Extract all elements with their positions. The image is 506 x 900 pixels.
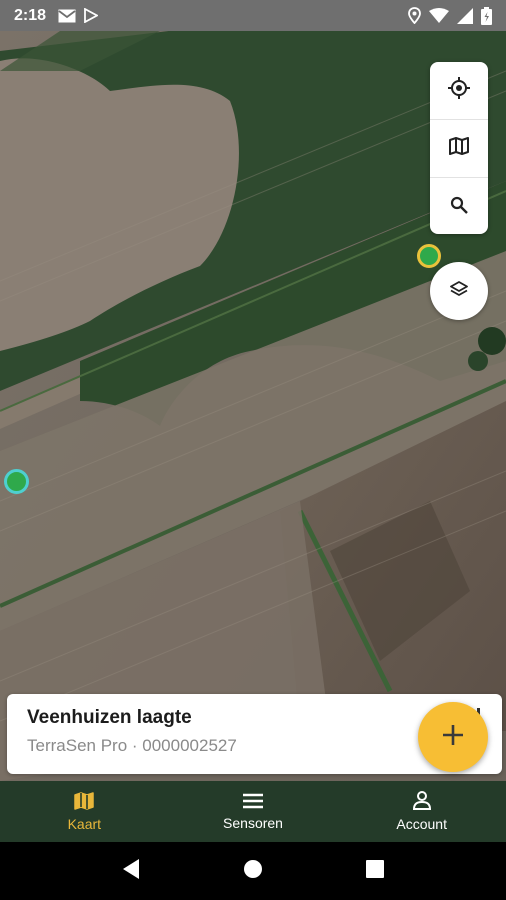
sensor-marker-teal[interactable] [4,469,29,494]
crosshair-icon [448,77,470,104]
map-type-button[interactable] [430,120,488,178]
status-time: 2:18 [14,6,47,24]
add-button[interactable] [418,702,488,772]
recents-button[interactable] [355,851,395,891]
sensor-marker-yellow[interactable] [417,244,441,268]
system-navigation [0,842,506,900]
layers-button[interactable] [430,262,488,320]
nav-label-sensoren: Sensoren [223,814,283,831]
location-icon [408,7,421,24]
nav-item-sensoren[interactable]: Sensoren [169,781,338,842]
wifi-icon [429,8,449,23]
map-icon [449,137,469,160]
search-icon [450,196,468,219]
map-icon [74,791,95,813]
home-icon [243,859,263,884]
nav-label-account: Account [396,816,447,832]
signal-icon [457,7,473,24]
battery-icon [481,6,492,25]
plus-icon [441,723,465,752]
recents-icon [366,859,384,883]
mail-icon [58,8,76,23]
layers-icon [450,280,468,302]
menu-icon [243,793,263,812]
status-bar: 2:18 [0,0,506,31]
nav-item-account[interactable]: Account [337,781,506,842]
satellite-map[interactable] [0,31,506,781]
back-button[interactable] [111,851,151,891]
back-icon [121,858,141,885]
nav-label-kaart: Kaart [67,815,102,832]
person-icon [412,791,431,813]
map-controls [430,62,488,234]
nav-item-kaart[interactable]: Kaart [0,781,169,842]
play-store-icon [84,8,99,23]
bottom-navigation: Kaart Sensoren Account [0,781,506,842]
search-button[interactable] [430,178,488,234]
home-button[interactable] [233,851,273,891]
locate-button[interactable] [430,62,488,120]
